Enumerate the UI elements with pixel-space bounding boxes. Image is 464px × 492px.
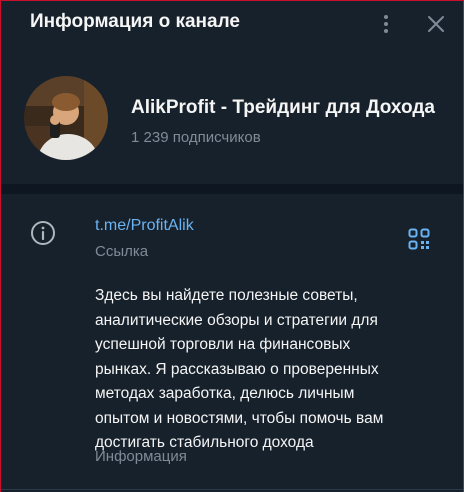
header: Информация о канале [0,0,464,48]
link-label: Ссылка [95,243,149,260]
page-title: Информация о канале [30,11,240,32]
subscriber-count: 1 239 подписчиков [131,129,261,146]
description-line: методах заработка, делюсь личным [95,385,355,402]
info-icon [31,221,55,245]
description-label: Информация [95,448,187,465]
description-line: Здесь вы найдете полезные советы, [95,287,358,304]
section-divider [0,184,464,194]
channel-profile: AlikProfit - Трейдинг для Дохода 1 239 п… [0,48,464,180]
channel-name: AlikProfit - Трейдинг для Дохода [131,97,435,118]
close-icon[interactable] [424,12,448,36]
channel-link[interactable]: t.me/ProfitAlik [95,216,194,236]
channel-description: Здесь вы найдете полезные советы, аналит… [95,284,425,456]
description-line: успешной торговли на финансовых [95,336,351,353]
description-line: опытом и новостями, чтобы помочь вам [95,409,384,427]
bottom-divider [0,489,464,490]
qr-code-icon[interactable] [408,228,430,250]
more-vertical-icon[interactable] [380,12,392,36]
avatar[interactable] [24,76,108,160]
description-line: аналитические обзоры и стратегии для [95,311,378,329]
description-line: рынках. Я рассказываю о проверенных [95,360,379,378]
